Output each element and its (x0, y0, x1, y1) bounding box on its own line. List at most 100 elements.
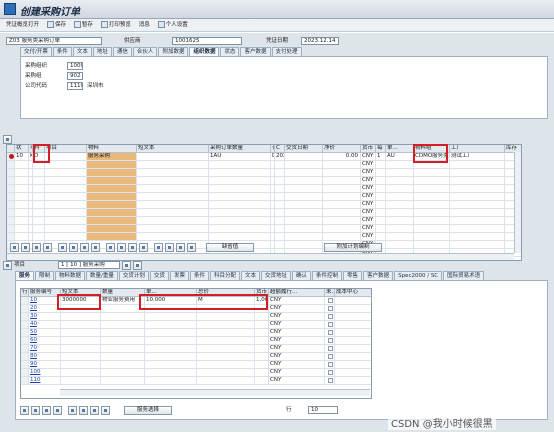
header-tab[interactable]: 合伙人 (132, 47, 158, 56)
item-row-status[interactable] (7, 225, 15, 233)
item-grid-cell[interactable] (275, 185, 285, 193)
item-grid-cell[interactable] (450, 193, 505, 201)
services-row-selector[interactable] (21, 329, 29, 337)
item-grid-cell[interactable] (33, 185, 45, 193)
services-grid-cell[interactable] (101, 329, 145, 337)
services-row-selector[interactable] (21, 297, 29, 305)
item-grid-cell[interactable] (45, 201, 87, 209)
item-grid-cell[interactable] (323, 177, 361, 185)
services-grid-cell[interactable] (197, 305, 255, 313)
services-grid-cell[interactable] (101, 337, 145, 345)
header-tab[interactable]: 客户数据 (240, 47, 271, 56)
item-grid-cell[interactable] (386, 225, 414, 233)
services-grid-cell[interactable] (255, 369, 269, 377)
services-grid-cell[interactable] (145, 377, 197, 385)
item-grid-cell[interactable] (414, 161, 450, 169)
item-grid-cell[interactable] (209, 169, 271, 177)
item-grid-cell[interactable] (450, 161, 505, 169)
services-grid-cell[interactable] (61, 353, 101, 361)
grid-tool-button[interactable] (80, 243, 89, 252)
services-grid-cell[interactable] (145, 305, 197, 313)
item-grid-cell[interactable] (323, 201, 361, 209)
services-grid-cell[interactable] (255, 377, 269, 385)
item-grid-cell[interactable] (45, 161, 87, 169)
services-grid-cell[interactable]: CNY (269, 297, 325, 305)
item-grid-cell[interactable] (209, 161, 271, 169)
item-grid-cell[interactable] (376, 169, 386, 177)
item-grid-cell[interactable] (137, 217, 209, 225)
header-tab[interactable]: 交付/开票 (20, 47, 52, 56)
item-grid-cell[interactable] (414, 193, 450, 201)
detail-tab[interactable]: 服务 (15, 271, 35, 280)
services-grid-cell[interactable] (325, 353, 335, 361)
item-grid-cell[interactable] (15, 233, 29, 241)
header-tab[interactable]: 地址 (92, 47, 112, 56)
services-grid-cell[interactable] (61, 337, 101, 345)
item-grid-cell[interactable] (87, 209, 137, 217)
item-grid-cell[interactable] (450, 185, 505, 193)
services-grid-cell[interactable] (145, 361, 197, 369)
services-grid-cell[interactable] (197, 345, 255, 353)
services-grid-cell[interactable] (325, 345, 335, 353)
item-grid-cell[interactable]: D (33, 153, 45, 161)
services-row-selector[interactable] (21, 345, 29, 353)
item-grid-cell[interactable] (15, 201, 29, 209)
services-grid-cell[interactable] (197, 353, 255, 361)
item-grid-cell[interactable] (414, 177, 450, 185)
item-grid-cell[interactable] (209, 201, 271, 209)
item-grid-cell[interactable] (45, 153, 87, 161)
item-grid-cell[interactable] (386, 161, 414, 169)
grid-tool-button[interactable] (154, 243, 163, 252)
item-grid-cell[interactable] (285, 217, 323, 225)
item-grid-cell[interactable]: 1AU (209, 153, 271, 161)
item-grid-cell[interactable]: CDMO服务类 (414, 153, 450, 161)
services-grid-cell[interactable] (325, 297, 335, 305)
item-grid-cell[interactable] (450, 233, 505, 241)
services-grid-cell[interactable] (255, 337, 269, 345)
services-grid-cell[interactable]: 110 (29, 377, 61, 385)
services-grid-cell[interactable] (145, 321, 197, 329)
services-grid-cell[interactable] (61, 305, 101, 313)
item-grid-cell[interactable]: CNY (361, 193, 376, 201)
item-grid-cell[interactable] (323, 217, 361, 225)
item-grid-cell[interactable] (386, 193, 414, 201)
unlimited-checkbox[interactable] (328, 306, 333, 311)
services-grid-cell[interactable] (335, 297, 371, 305)
item-grid-cell[interactable] (285, 193, 323, 201)
messages-button[interactable]: 消息 (139, 19, 150, 31)
company-code-field[interactable]: 1110 (67, 82, 83, 90)
item-grid-cell[interactable] (15, 185, 29, 193)
unlimited-checkbox[interactable] (328, 346, 333, 351)
item-grid-cell[interactable] (15, 209, 29, 217)
prev-item-button[interactable] (122, 261, 131, 270)
unlimited-checkbox[interactable] (328, 314, 333, 319)
unlimited-checkbox[interactable] (328, 354, 333, 359)
services-grid-cell[interactable]: 10 (29, 297, 61, 305)
item-row-status[interactable] (7, 201, 15, 209)
services-grid-cell[interactable] (61, 361, 101, 369)
services-grid-cell[interactable] (61, 345, 101, 353)
item-row-status[interactable] (7, 169, 15, 177)
services-grid-cell[interactable]: M (197, 297, 255, 305)
detail-tab[interactable]: 国际贸易术语 (443, 271, 485, 280)
detail-tab[interactable]: 交货 (149, 271, 169, 280)
item-overview-toggle[interactable] (3, 135, 12, 144)
item-grid-cell[interactable] (15, 193, 29, 201)
item-row-status[interactable] (7, 185, 15, 193)
services-grid-cell[interactable]: 30 (29, 313, 61, 321)
item-grid-cell[interactable] (45, 193, 87, 201)
services-grid-cell[interactable] (335, 329, 371, 337)
grid-tool-button[interactable] (139, 243, 148, 252)
item-grid-cell[interactable] (137, 177, 209, 185)
item-row-status[interactable] (7, 209, 15, 217)
item-grid-cell[interactable] (15, 161, 29, 169)
services-grid-cell[interactable]: CNY (269, 329, 325, 337)
item-grid-cell[interactable] (323, 209, 361, 217)
services-grid-cell[interactable] (255, 345, 269, 353)
services-row-selector[interactable] (21, 377, 29, 385)
item-grid-cell[interactable] (209, 177, 271, 185)
unlimited-checkbox[interactable] (328, 370, 333, 375)
item-grid-cell[interactable] (450, 209, 505, 217)
services-grid-cell[interactable] (325, 337, 335, 345)
item-grid-cell[interactable] (87, 201, 137, 209)
